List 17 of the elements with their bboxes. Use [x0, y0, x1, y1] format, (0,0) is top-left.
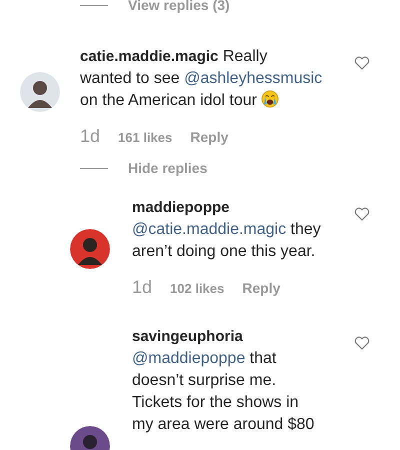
username-link[interactable]: savingeuphoria — [132, 326, 346, 348]
comment-age: 1d — [132, 277, 152, 298]
username-link[interactable]: maddiepoppe — [132, 197, 346, 219]
comment-age: 1d — [80, 126, 100, 147]
mention-link[interactable]: @ashleyhessmusic — [184, 70, 322, 87]
mention-link[interactable]: @maddiepoppe — [132, 350, 246, 367]
avatar[interactable] — [20, 72, 60, 112]
comment-text: savingeuphoria @maddiepoppe that doesn’t surprise me. Tickets for the shows in my area were around $80 — [132, 326, 346, 436]
heart-icon[interactable] — [354, 207, 370, 221]
username-link[interactable]: catie.maddie.magic — [80, 48, 218, 65]
crying-face-icon — [261, 90, 280, 108]
avatar[interactable] — [70, 229, 110, 269]
comment-text: maddiepoppe @catie.maddie.magic they aren’t doing one this year. — [132, 197, 346, 263]
mention-link[interactable]: @catie.maddie.magic — [132, 221, 286, 238]
heart-icon[interactable] — [354, 56, 370, 70]
comment-text: catie.maddie.magic Really wanted to see @ashleyhessmusic on the American idol tour — [80, 47, 324, 111]
heart-icon[interactable] — [354, 336, 370, 350]
